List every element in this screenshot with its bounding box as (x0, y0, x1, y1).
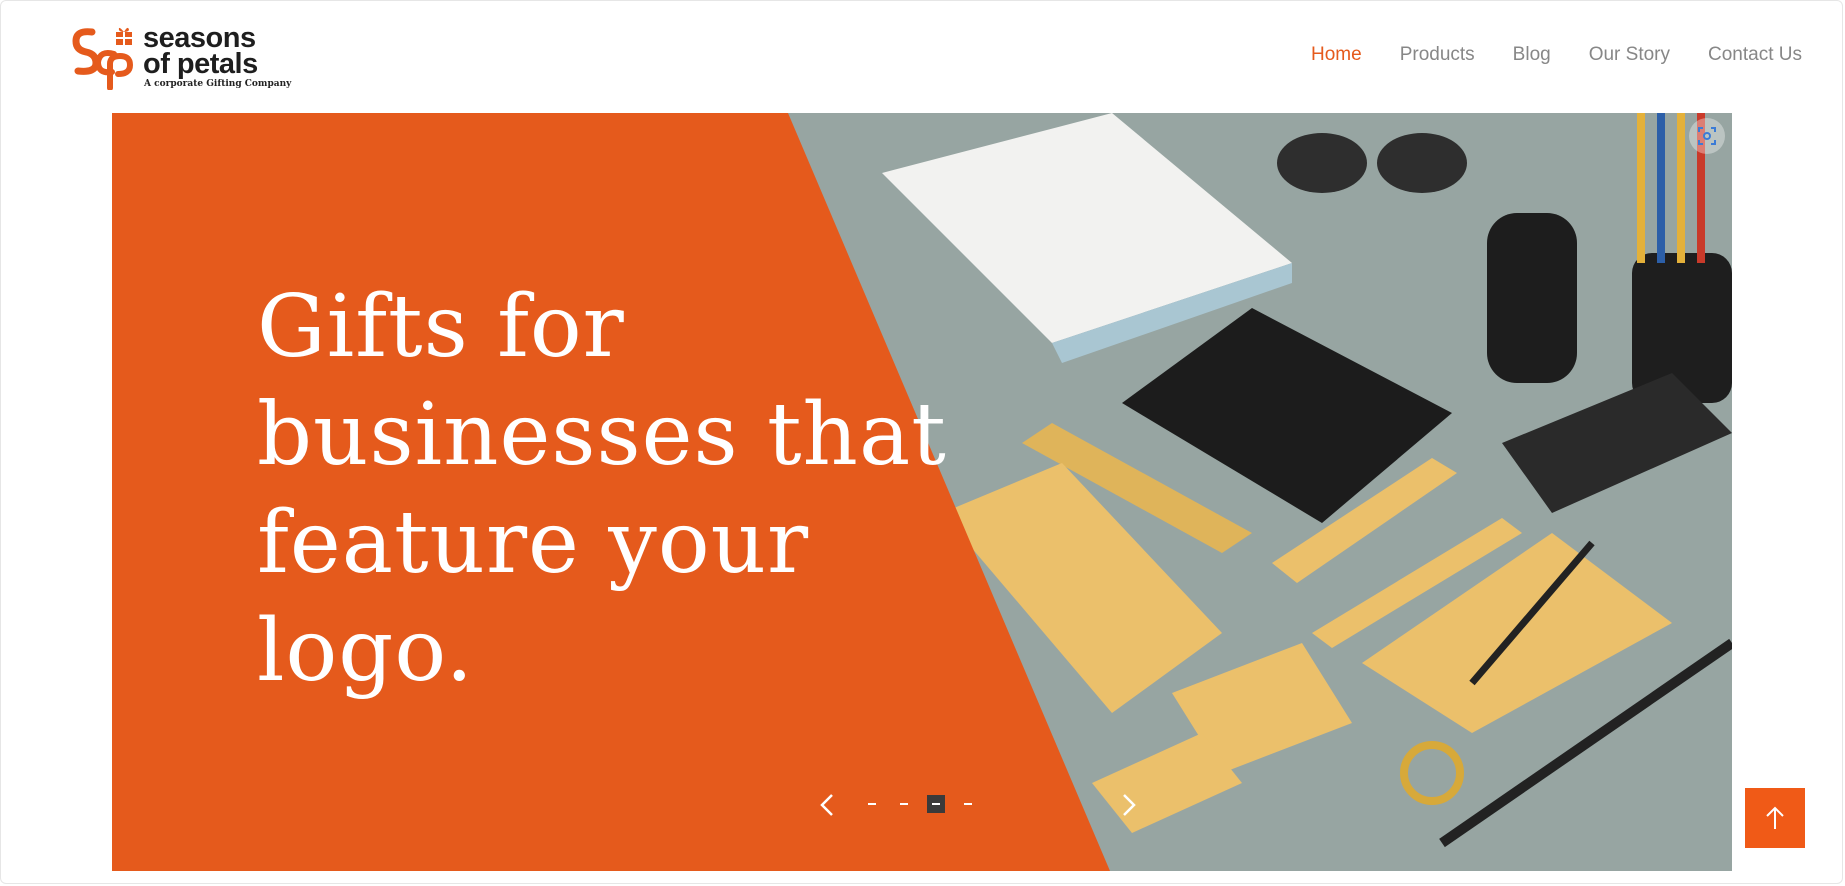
nav-our-story[interactable]: Our Story (1589, 44, 1670, 66)
visual-search-icon[interactable] (1689, 118, 1725, 154)
arrow-up-icon (1766, 806, 1784, 829)
slider-controls (814, 785, 1154, 825)
brand-tagline: A corporate Gifting Company (144, 79, 292, 89)
slider-dot-4[interactable] (964, 803, 972, 805)
nav-home[interactable]: Home (1311, 44, 1362, 66)
nav-blog[interactable]: Blog (1513, 44, 1551, 66)
chevron-right-icon[interactable] (1114, 791, 1142, 819)
brand-logo[interactable]: seasons of petals A corporate Gifting Co… (68, 24, 292, 94)
chevron-left-icon[interactable] (814, 791, 842, 819)
slider-dot-2[interactable] (900, 803, 908, 805)
brand-name-line2: of petals (143, 48, 258, 80)
hero-title: Gifts for businesses that feature your l… (257, 277, 947, 701)
nav-contact-us[interactable]: Contact Us (1708, 44, 1802, 66)
slider-dot-3-active[interactable] (927, 795, 945, 813)
scroll-to-top-button[interactable] (1745, 788, 1805, 848)
nav-products[interactable]: Products (1400, 44, 1475, 66)
main-nav: Home Products Blog Our Story Contact Us (1311, 44, 1802, 66)
hero-slider: Gifts for businesses that feature your l… (112, 113, 1732, 871)
sop-monogram-gift-icon (72, 27, 134, 90)
site-header: seasons of petals A corporate Gifting Co… (0, 0, 1845, 112)
slider-dot-1[interactable] (868, 803, 876, 805)
